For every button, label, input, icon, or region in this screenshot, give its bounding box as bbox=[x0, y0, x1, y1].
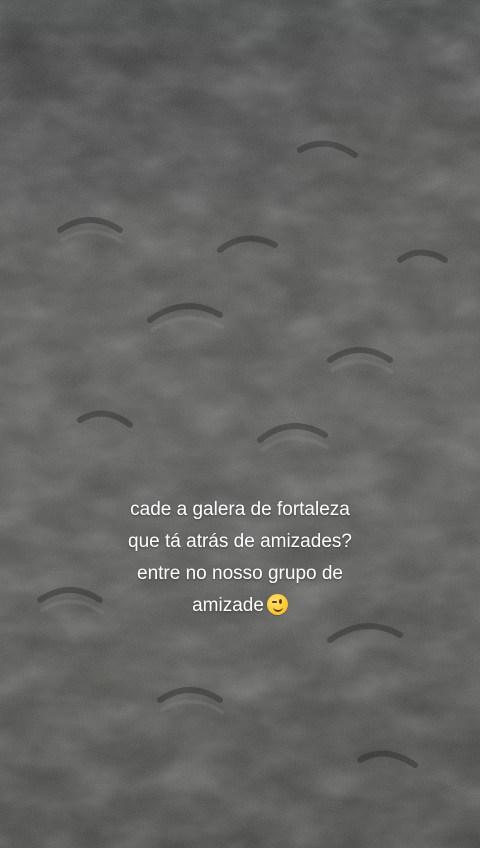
sand-photo-background: cade a galera de fortaleza que tá atrás … bbox=[0, 0, 480, 848]
caption-text: cade a galera de fortaleza que tá atrás … bbox=[0, 494, 480, 622]
winking-face-icon bbox=[266, 594, 288, 615]
sand-texture bbox=[0, 0, 480, 848]
caption-line-4: amizade bbox=[0, 590, 480, 622]
caption-line-3: entre no nosso grupo de bbox=[137, 563, 343, 584]
caption-line-2: que tá atrás de amizades? bbox=[128, 531, 352, 552]
caption-line-1: cade a galera de fortaleza bbox=[130, 499, 350, 520]
caption-line-4-text: amizade bbox=[192, 595, 264, 616]
